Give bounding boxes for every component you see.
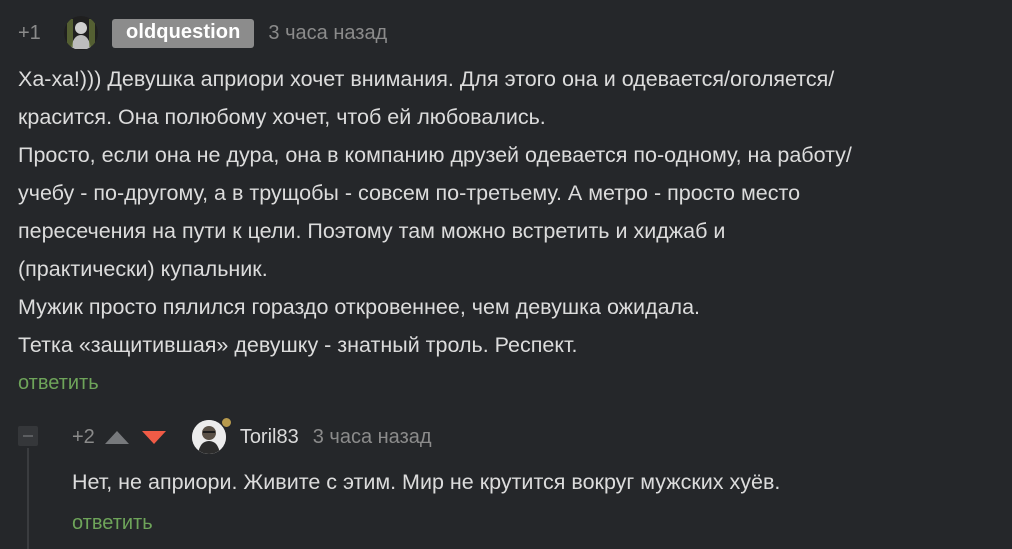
reply-button[interactable]: ответить [72,512,153,535]
comment-time[interactable]: 3 часа назад [268,22,387,45]
comment-line: Тетка «защитившая» девушку - знатный тро… [18,333,578,357]
comment-line: (практически) купальник. [18,257,268,281]
collapse-thread-button[interactable] [18,426,38,446]
reply-rating: +2 [72,425,95,448]
comment-line: учебу - по-другому, а в трущобы - совсем… [18,181,801,205]
thread-line[interactable] [27,448,29,549]
comments-page: +1 oldquestion 3 часа назад Ха-ха!))) Де… [0,0,1012,549]
comment-line: Ха-ха!))) Девушка априори хочет внимания… [18,67,835,91]
reply-body: Нет, не априори. Живите с этим. Мир не к… [72,470,781,494]
comment-line: пересечения на пути к цели. Поэтому там … [18,219,726,243]
comment-line: красится. Она полюбому хочет, чтоб ей лю… [18,105,546,129]
comment-body: Ха-ха!))) Девушка априори хочет внимания… [18,60,998,364]
reply-avatar[interactable] [191,417,232,454]
comment-line: Мужик просто пялился гораздо откровеннее… [18,295,701,319]
comment-header: +1 oldquestion 3 часа назад [18,14,387,52]
reply-author-name[interactable]: Toril83 [240,426,299,449]
reply-button[interactable]: ответить [18,372,99,395]
minus-icon [23,435,33,437]
comment-rating: +1 [18,21,41,44]
user-avatar-image [64,16,98,50]
reply-header: +2 Toril83 3 часа назад [72,417,432,456]
avatar[interactable] [64,16,98,50]
author-name[interactable]: oldquestion [112,18,255,48]
upvote-icon[interactable] [104,430,129,444]
online-status-icon [220,417,232,428]
comment-line: Просто, если она не дура, она в компанию… [18,143,852,167]
reply-time[interactable]: 3 часа назад [313,426,432,449]
downvote-icon[interactable] [141,430,166,444]
